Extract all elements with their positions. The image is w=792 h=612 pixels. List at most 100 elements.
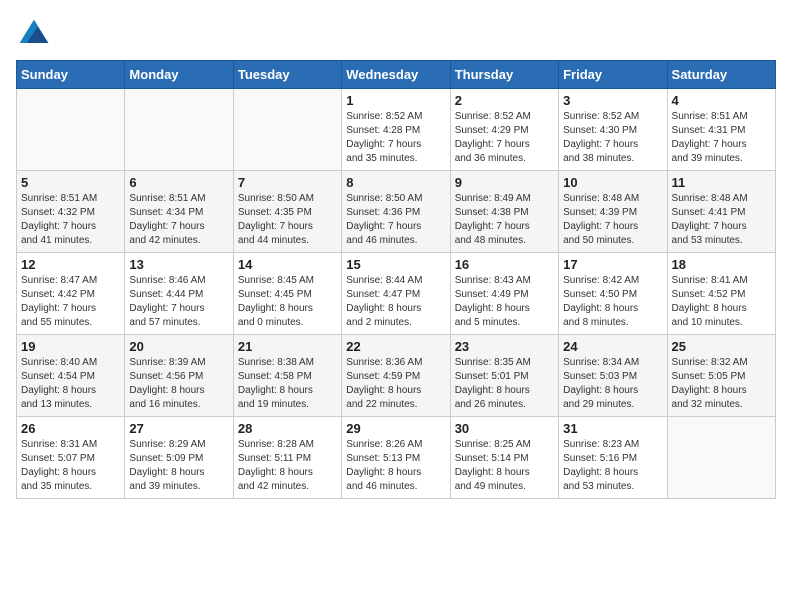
- calendar-cell: 16 Sunrise: 8:43 AM Sunset: 4:49 PM Dayli…: [450, 253, 558, 335]
- day-number: 26: [21, 421, 120, 436]
- day-number: 25: [672, 339, 771, 354]
- day-info: Sunrise: 8:52 AM Sunset: 4:30 PM Dayligh…: [563, 110, 662, 166]
- day-number: 22: [346, 339, 445, 354]
- calendar-cell: 22 Sunrise: 8:36 AM Sunset: 4:59 PM Dayli…: [342, 335, 450, 417]
- day-number: 21: [238, 339, 337, 354]
- day-number: 30: [455, 421, 554, 436]
- day-number: 5: [21, 175, 120, 190]
- calendar-week-row: 12 Sunrise: 8:47 AM Sunset: 4:42 PM Dayli…: [17, 253, 776, 335]
- calendar-cell: 8Sunrise: 8:50 AM Sunset: 4:36 PM Daylig…: [342, 171, 450, 253]
- day-info: Sunrise: 8:35 AM Sunset: 5:01 PM Dayligh…: [455, 356, 554, 412]
- day-info: Sunrise: 8:31 AM Sunset: 5:07 PM Dayligh…: [21, 438, 120, 494]
- calendar-cell: 15 Sunrise: 8:44 AM Sunset: 4:47 PM Dayli…: [342, 253, 450, 335]
- day-number: 19: [21, 339, 120, 354]
- calendar-header: SundayMondayTuesdayWednesdayThursdayFrid…: [17, 61, 776, 89]
- day-info: Sunrise: 8:32 AM Sunset: 5:05 PM Dayligh…: [672, 356, 771, 412]
- calendar-cell: 17Sunrise: 8:42 AM Sunset: 4:50 PM Dayli…: [559, 253, 667, 335]
- day-number: 7: [238, 175, 337, 190]
- weekday-header-thursday: Thursday: [450, 61, 558, 89]
- day-info: Sunrise: 8:48 AM Sunset: 4:39 PM Dayligh…: [563, 192, 662, 248]
- day-info: Sunrise: 8:38 AM Sunset: 4:58 PM Dayligh…: [238, 356, 337, 412]
- day-info: Sunrise: 8:41 AM Sunset: 4:52 PM Dayligh…: [672, 274, 771, 330]
- calendar-week-row: 19 Sunrise: 8:40 AM Sunset: 4:54 PM Dayli…: [17, 335, 776, 417]
- calendar-cell: [17, 89, 125, 171]
- day-number: 10: [563, 175, 662, 190]
- day-number: 20: [129, 339, 228, 354]
- weekday-header-friday: Friday: [559, 61, 667, 89]
- day-number: 3: [563, 93, 662, 108]
- calendar-cell: [233, 89, 341, 171]
- day-number: 1: [346, 93, 445, 108]
- day-info: Sunrise: 8:34 AM Sunset: 5:03 PM Dayligh…: [563, 356, 662, 412]
- calendar-cell: 10 Sunrise: 8:48 AM Sunset: 4:39 PM Dayli…: [559, 171, 667, 253]
- day-info: Sunrise: 8:50 AM Sunset: 4:35 PM Dayligh…: [238, 192, 337, 248]
- calendar-cell: 25 Sunrise: 8:32 AM Sunset: 5:05 PM Dayli…: [667, 335, 775, 417]
- day-number: 28: [238, 421, 337, 436]
- weekday-header-tuesday: Tuesday: [233, 61, 341, 89]
- calendar-cell: 7 Sunrise: 8:50 AM Sunset: 4:35 PM Daylig…: [233, 171, 341, 253]
- calendar-cell: 5 Sunrise: 8:51 AM Sunset: 4:32 PM Daylig…: [17, 171, 125, 253]
- calendar-cell: 20 Sunrise: 8:39 AM Sunset: 4:56 PM Dayli…: [125, 335, 233, 417]
- day-number: 18: [672, 257, 771, 272]
- day-info: Sunrise: 8:51 AM Sunset: 4:31 PM Dayligh…: [672, 110, 771, 166]
- day-info: Sunrise: 8:43 AM Sunset: 4:49 PM Dayligh…: [455, 274, 554, 330]
- day-number: 31: [563, 421, 662, 436]
- day-number: 4: [672, 93, 771, 108]
- day-info: Sunrise: 8:44 AM Sunset: 4:47 PM Dayligh…: [346, 274, 445, 330]
- day-number: 9: [455, 175, 554, 190]
- day-number: 2: [455, 93, 554, 108]
- day-info: Sunrise: 8:48 AM Sunset: 4:41 PM Dayligh…: [672, 192, 771, 248]
- calendar-cell: 29 Sunrise: 8:26 AM Sunset: 5:13 PM Dayli…: [342, 417, 450, 499]
- day-number: 29: [346, 421, 445, 436]
- logo: [16, 16, 56, 52]
- calendar-cell: 24 Sunrise: 8:34 AM Sunset: 5:03 PM Dayli…: [559, 335, 667, 417]
- day-number: 15: [346, 257, 445, 272]
- calendar-week-row: 5 Sunrise: 8:51 AM Sunset: 4:32 PM Daylig…: [17, 171, 776, 253]
- calendar-cell: 23 Sunrise: 8:35 AM Sunset: 5:01 PM Dayli…: [450, 335, 558, 417]
- page-header: [16, 16, 776, 52]
- calendar-cell: 1 Sunrise: 8:52 AM Sunset: 4:28 PM Daylig…: [342, 89, 450, 171]
- calendar-cell: [125, 89, 233, 171]
- calendar-cell: 12 Sunrise: 8:47 AM Sunset: 4:42 PM Dayli…: [17, 253, 125, 335]
- calendar-cell: 21 Sunrise: 8:38 AM Sunset: 4:58 PM Dayli…: [233, 335, 341, 417]
- day-info: Sunrise: 8:26 AM Sunset: 5:13 PM Dayligh…: [346, 438, 445, 494]
- weekday-header-row: SundayMondayTuesdayWednesdayThursdayFrid…: [17, 61, 776, 89]
- calendar-cell: 4 Sunrise: 8:51 AM Sunset: 4:31 PM Daylig…: [667, 89, 775, 171]
- day-info: Sunrise: 8:51 AM Sunset: 4:32 PM Dayligh…: [21, 192, 120, 248]
- day-info: Sunrise: 8:29 AM Sunset: 5:09 PM Dayligh…: [129, 438, 228, 494]
- calendar-table: SundayMondayTuesdayWednesdayThursdayFrid…: [16, 60, 776, 499]
- calendar-body: 1 Sunrise: 8:52 AM Sunset: 4:28 PM Daylig…: [17, 89, 776, 499]
- calendar-cell: [667, 417, 775, 499]
- day-info: Sunrise: 8:52 AM Sunset: 4:29 PM Dayligh…: [455, 110, 554, 166]
- day-number: 24: [563, 339, 662, 354]
- calendar-cell: 6Sunrise: 8:51 AM Sunset: 4:34 PM Daylig…: [125, 171, 233, 253]
- day-number: 6: [129, 175, 228, 190]
- calendar-cell: 11Sunrise: 8:48 AM Sunset: 4:41 PM Dayli…: [667, 171, 775, 253]
- weekday-header-saturday: Saturday: [667, 61, 775, 89]
- day-info: Sunrise: 8:50 AM Sunset: 4:36 PM Dayligh…: [346, 192, 445, 248]
- day-info: Sunrise: 8:47 AM Sunset: 4:42 PM Dayligh…: [21, 274, 120, 330]
- day-number: 23: [455, 339, 554, 354]
- day-number: 12: [21, 257, 120, 272]
- calendar-cell: 2 Sunrise: 8:52 AM Sunset: 4:29 PM Daylig…: [450, 89, 558, 171]
- weekday-header-sunday: Sunday: [17, 61, 125, 89]
- day-info: Sunrise: 8:49 AM Sunset: 4:38 PM Dayligh…: [455, 192, 554, 248]
- day-info: Sunrise: 8:52 AM Sunset: 4:28 PM Dayligh…: [346, 110, 445, 166]
- weekday-header-wednesday: Wednesday: [342, 61, 450, 89]
- day-number: 16: [455, 257, 554, 272]
- calendar-week-row: 1 Sunrise: 8:52 AM Sunset: 4:28 PM Daylig…: [17, 89, 776, 171]
- calendar-cell: 18 Sunrise: 8:41 AM Sunset: 4:52 PM Dayli…: [667, 253, 775, 335]
- calendar-cell: 19 Sunrise: 8:40 AM Sunset: 4:54 PM Dayli…: [17, 335, 125, 417]
- calendar-cell: 31 Sunrise: 8:23 AM Sunset: 5:16 PM Dayli…: [559, 417, 667, 499]
- day-info: Sunrise: 8:36 AM Sunset: 4:59 PM Dayligh…: [346, 356, 445, 412]
- day-info: Sunrise: 8:46 AM Sunset: 4:44 PM Dayligh…: [129, 274, 228, 330]
- logo-icon: [16, 16, 52, 52]
- day-info: Sunrise: 8:39 AM Sunset: 4:56 PM Dayligh…: [129, 356, 228, 412]
- weekday-header-monday: Monday: [125, 61, 233, 89]
- calendar-cell: 28Sunrise: 8:28 AM Sunset: 5:11 PM Dayli…: [233, 417, 341, 499]
- day-info: Sunrise: 8:45 AM Sunset: 4:45 PM Dayligh…: [238, 274, 337, 330]
- calendar-cell: 30Sunrise: 8:25 AM Sunset: 5:14 PM Dayli…: [450, 417, 558, 499]
- calendar-cell: 14Sunrise: 8:45 AM Sunset: 4:45 PM Dayli…: [233, 253, 341, 335]
- day-info: Sunrise: 8:23 AM Sunset: 5:16 PM Dayligh…: [563, 438, 662, 494]
- day-info: Sunrise: 8:40 AM Sunset: 4:54 PM Dayligh…: [21, 356, 120, 412]
